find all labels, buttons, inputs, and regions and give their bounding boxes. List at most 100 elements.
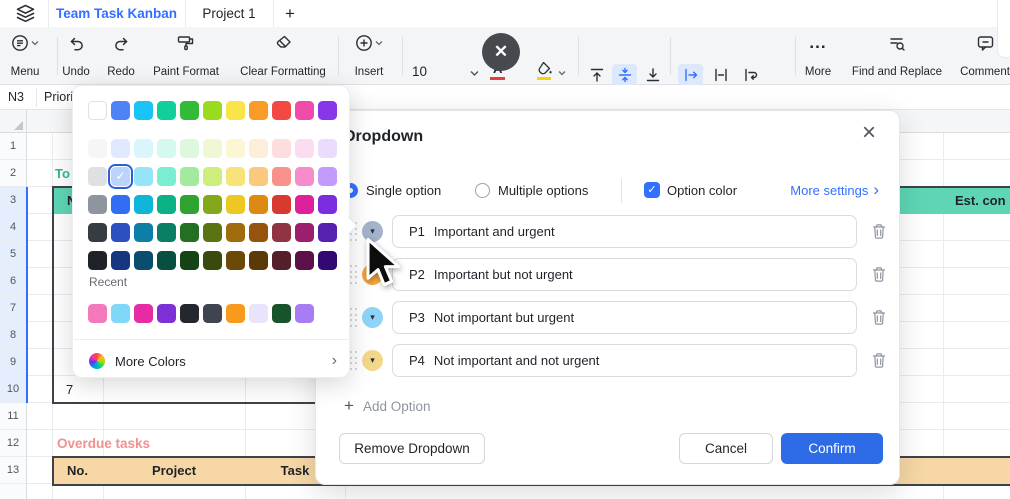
drag-handle[interactable] [350,308,358,327]
menu-button[interactable]: Menu [3,33,47,79]
single-option-label[interactable]: Single option [366,183,441,199]
align-top-button[interactable] [584,64,609,85]
row-header-9[interactable]: 9 [0,349,26,376]
color-swatch[interactable] [88,251,107,270]
option-text-input[interactable]: P4Not important and not urgent [392,344,857,377]
color-swatch[interactable] [203,139,222,158]
option-color-label[interactable]: Option color [667,183,737,199]
row-header-12[interactable]: 12 [0,430,26,457]
color-swatch[interactable] [295,139,314,158]
insert-button[interactable]: Insert [345,33,393,79]
color-swatch[interactable] [134,167,153,186]
fill-color-icon[interactable] [536,61,553,77]
option-text-input[interactable]: P1Important and urgent [392,215,857,248]
color-swatch[interactable] [272,139,291,158]
color-swatch[interactable] [88,139,107,158]
option-color-dropdown[interactable]: ▾ [362,350,383,371]
row-header-1[interactable]: 1 [0,133,26,160]
text-clip-button[interactable] [708,64,733,85]
row-header-6[interactable]: 6 [0,268,26,295]
option-color-checkbox[interactable]: ✓ [644,182,660,198]
option-color-dropdown[interactable]: ▾ [362,307,383,328]
color-swatch[interactable] [272,304,291,323]
color-swatch[interactable] [111,101,130,120]
formula-input[interactable]: Priori [44,90,73,104]
color-swatch[interactable] [157,195,176,214]
clear-formatting-button[interactable]: Clear Formatting [231,33,335,79]
color-swatch[interactable] [134,223,153,242]
delete-option-button[interactable] [871,266,887,283]
color-swatch[interactable] [249,139,268,158]
color-swatch[interactable] [180,304,199,323]
color-swatch[interactable] [203,101,222,120]
color-swatch[interactable] [318,167,337,186]
option-text-input[interactable]: P3Not important but urgent [392,301,857,334]
color-swatch[interactable] [111,251,130,270]
text-overflow-button[interactable] [678,64,703,85]
color-swatch[interactable] [295,223,314,242]
tab-team-task-kanban[interactable]: Team Task Kanban [48,0,185,27]
drag-handle[interactable] [350,265,358,284]
font-size-value[interactable]: 10 [412,64,427,79]
color-swatch[interactable] [88,195,107,214]
color-swatch[interactable] [111,304,130,323]
color-swatch[interactable] [88,101,107,120]
color-swatch[interactable] [134,195,153,214]
row-header-5[interactable]: 5 [0,241,26,268]
color-swatch[interactable]: ✓ [111,167,130,186]
color-swatch[interactable] [157,139,176,158]
color-swatch[interactable] [134,251,153,270]
color-swatch[interactable] [249,251,268,270]
color-swatch[interactable] [295,251,314,270]
more-button[interactable]: ... More [798,33,838,79]
color-swatch[interactable] [226,195,245,214]
remove-dropdown-button[interactable]: Remove Dropdown [339,433,485,464]
delete-option-button[interactable] [871,352,887,369]
fill-color-chevron-icon[interactable] [558,70,566,76]
color-swatch[interactable] [157,251,176,270]
color-swatch[interactable] [180,195,199,214]
layers-icon[interactable] [15,4,36,23]
color-swatch[interactable] [272,101,291,120]
delete-option-button[interactable] [871,309,887,326]
floating-close-button[interactable]: ✕ [482,33,520,71]
color-swatch[interactable] [295,304,314,323]
color-swatch[interactable] [203,167,222,186]
color-swatch[interactable] [272,251,291,270]
align-bottom-button[interactable] [640,64,665,85]
color-swatch[interactable] [203,223,222,242]
color-swatch[interactable] [203,304,222,323]
color-swatch[interactable] [272,223,291,242]
color-swatch[interactable] [318,223,337,242]
color-swatch[interactable] [134,101,153,120]
color-swatch[interactable] [295,195,314,214]
color-swatch[interactable] [226,223,245,242]
delete-option-button[interactable] [871,223,887,240]
color-swatch[interactable] [318,251,337,270]
color-swatch[interactable] [272,167,291,186]
color-swatch[interactable] [295,101,314,120]
multiple-options-label[interactable]: Multiple options [498,183,588,199]
color-swatch[interactable] [111,139,130,158]
row-header-3[interactable]: 3 [0,187,26,214]
undo-button[interactable]: Undo [56,33,96,79]
color-swatch[interactable] [134,139,153,158]
more-settings-link[interactable]: More settings › [790,182,879,198]
add-option-button[interactable]: + Add Option [344,397,430,415]
color-swatch[interactable] [226,167,245,186]
redo-button[interactable]: Redo [101,33,141,79]
row-header-7[interactable]: 7 [0,295,26,322]
color-swatch[interactable] [249,101,268,120]
row-header-11[interactable]: 11 [0,403,26,430]
color-swatch[interactable] [318,101,337,120]
confirm-button[interactable]: Confirm [781,433,883,464]
color-swatch[interactable] [249,304,268,323]
find-and-replace-button[interactable]: Find and Replace [845,33,949,79]
row-header-8[interactable]: 8 [0,322,26,349]
drag-handle[interactable] [350,351,358,370]
color-swatch[interactable] [180,101,199,120]
name-box[interactable]: N3 [8,90,24,104]
color-swatch[interactable] [111,223,130,242]
color-swatch[interactable] [134,304,153,323]
cancel-button[interactable]: Cancel [679,433,773,464]
